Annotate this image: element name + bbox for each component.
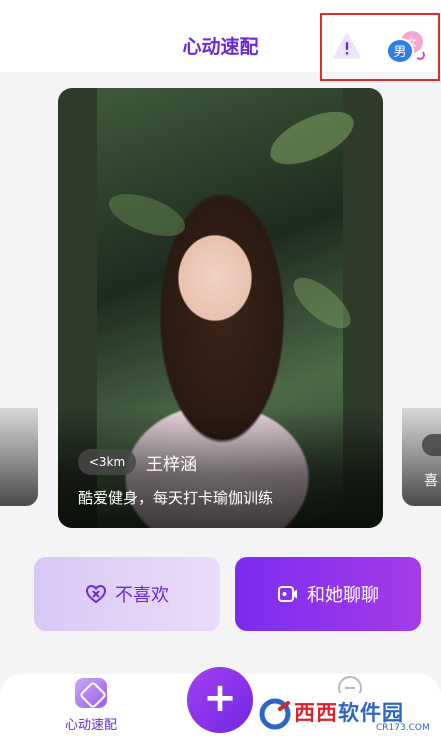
broken-heart-icon [85,584,107,604]
profile-card[interactable]: <3km 王梓涵 酷爱健身，每天打卡瑜伽训练 [58,88,383,528]
background-leaf [103,185,191,245]
watermark-brand-blue: 软件园 [338,701,404,725]
watermark-site: CR173.COM [376,723,430,733]
watermark-brand-red: 西西 [294,701,338,725]
profile-bio: 酷爱健身，每天打卡瑜伽训练 [78,489,274,507]
next-profile-card[interactable]: 喜 [402,408,441,506]
add-button[interactable]: + [187,667,253,733]
watermark: 西西软件园 CR173.COM [256,693,441,742]
next-profile-text: 喜 [424,473,438,489]
distance-badge: <3km [78,449,136,475]
top-bar: 心动速配 男 [0,0,441,81]
nav-item-match[interactable]: 心动速配 [56,678,126,736]
chat-label: 和她聊聊 [307,585,379,606]
dislike-label: 不喜欢 [115,585,169,606]
compass-icon [75,678,107,708]
brand-logo-icon [259,698,291,730]
previous-profile-card[interactable] [0,408,38,506]
profile-name: 王梓涵 [146,455,197,475]
chat-button[interactable]: 和她聊聊 [235,557,421,631]
background-leaf [262,100,362,176]
video-chat-icon [278,586,297,602]
annotation-highlight-box [320,13,440,81]
distance-badge [422,434,441,456]
dislike-button[interactable]: 不喜欢 [34,557,220,631]
nav-item-label: 心动速配 [64,718,117,733]
background-leaf [285,269,359,337]
